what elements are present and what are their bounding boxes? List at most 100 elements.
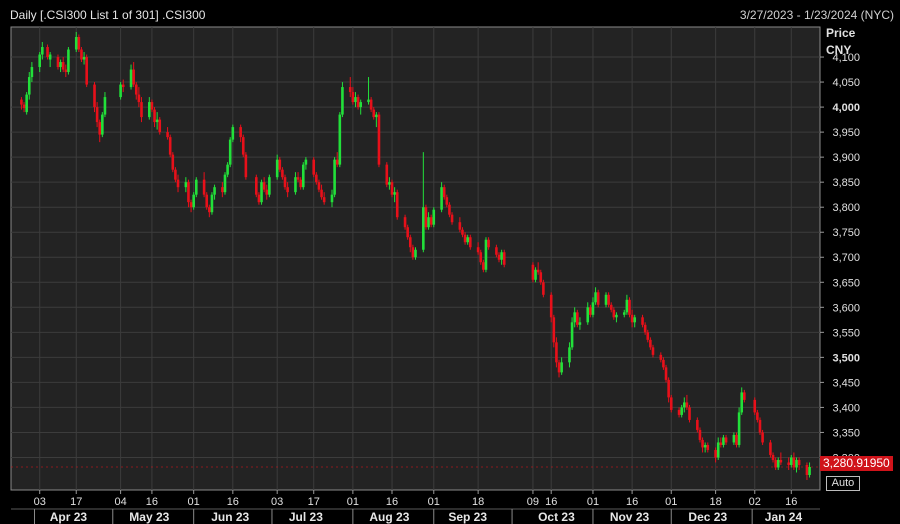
candle-body [589,307,592,315]
candle-body [221,187,224,193]
candle [664,364,668,383]
candle-body [659,354,663,360]
candle-body [476,247,480,253]
candle-body [369,99,373,110]
candle-body [56,57,60,68]
y-tick-label: 3,800 [832,202,860,214]
candle-body [445,197,449,205]
candle-body [262,182,266,190]
candle-body [184,182,188,188]
month-label: Jan 24 [765,510,803,524]
candle [231,124,235,143]
candle-body [134,84,138,95]
x-tick-label: 04 [114,496,126,508]
candle [424,204,428,230]
candle-body [333,159,336,195]
candle-body [586,307,590,323]
candle-body [315,174,318,183]
candle-body [432,209,436,225]
x-tick-label: 17 [70,496,82,508]
month-label: Apr 23 [50,510,88,524]
candle-body [667,379,670,398]
candle [210,192,214,215]
candle-body [119,84,122,98]
candlestick-chart[interactable]: 3,3003,3503,4003,4503,5003,5503,6003,650… [0,0,900,524]
candle-body [223,174,227,193]
candle-body [484,239,488,270]
candle-body [440,187,443,210]
candle-body [604,294,608,305]
candle-body [278,159,282,170]
candle-body [77,37,81,50]
candle-body [539,272,543,283]
candle-body [411,247,415,258]
candle [260,179,263,205]
candle-body [573,312,576,323]
currency-label: CNY [826,43,852,57]
candle-body [808,466,811,475]
candle-body [497,254,501,260]
x-tick-label: 16 [785,496,797,508]
candle [333,157,336,198]
y-tick-label: 3,950 [832,127,860,139]
candle-body [722,437,725,445]
candle-body [140,102,143,118]
candle-body [495,247,498,255]
x-tick-label: 18 [472,496,484,508]
candle-body [570,322,574,348]
candle-body [609,304,613,310]
candle-body [294,177,297,193]
candle-body [487,239,490,248]
candle-body [740,392,744,413]
candle-body [228,139,232,165]
candle-body [789,457,793,465]
candle-body [414,249,417,258]
candle-body [549,294,553,318]
candle-body [596,292,600,305]
candle-body [312,159,316,175]
candle-body [662,359,665,368]
candle-body [649,339,652,348]
candle-body [482,262,485,270]
candle [241,134,245,158]
y-tick-label: 3,900 [832,152,860,164]
candle-body [132,69,135,85]
candle-body [202,179,206,195]
x-tick-label: 01 [665,496,677,508]
month-label: May 23 [129,510,169,524]
x-tick-label: 16 [146,496,158,508]
candle-body [41,47,44,55]
candle [338,112,342,168]
candle-body [192,194,195,208]
price-axis[interactable]: 3,3003,3503,4003,4503,5003,5503,6003,650… [820,52,860,464]
candle-body [174,169,177,180]
candle-body [448,204,451,215]
candle-body [758,419,762,433]
candle [628,297,631,318]
x-tick-label: 02 [749,496,761,508]
candle [385,162,389,188]
candle-body [158,119,162,133]
candle-body [187,182,190,203]
x-tick-label: 18 [709,496,721,508]
candle-body [776,459,780,468]
x-tick-label: 01 [428,496,440,508]
candle-body [576,312,579,325]
y-tick-label: 3,650 [832,277,860,289]
auto-scale-button[interactable]: Auto [826,476,860,491]
candle-body [630,314,634,323]
candle-body [787,462,790,465]
date-axis[interactable]: 03 17 04 16 01 16 03 17 01 16 01 18 09 16 01 16 01 18 02 16… [11,490,820,524]
candle-body [735,434,738,445]
candle-body [301,164,305,188]
candle-body [299,179,302,188]
candle-body [732,434,736,443]
candle [101,112,104,138]
candle-body [283,177,287,188]
candle-body [594,292,597,303]
price-axis-title: Price [826,26,856,40]
chart-window: Daily [.CSI300 List 1 of 301] .CSI300 3/… [0,0,900,524]
candle [171,152,175,173]
candle-body [769,442,772,455]
candle-body [442,187,446,198]
